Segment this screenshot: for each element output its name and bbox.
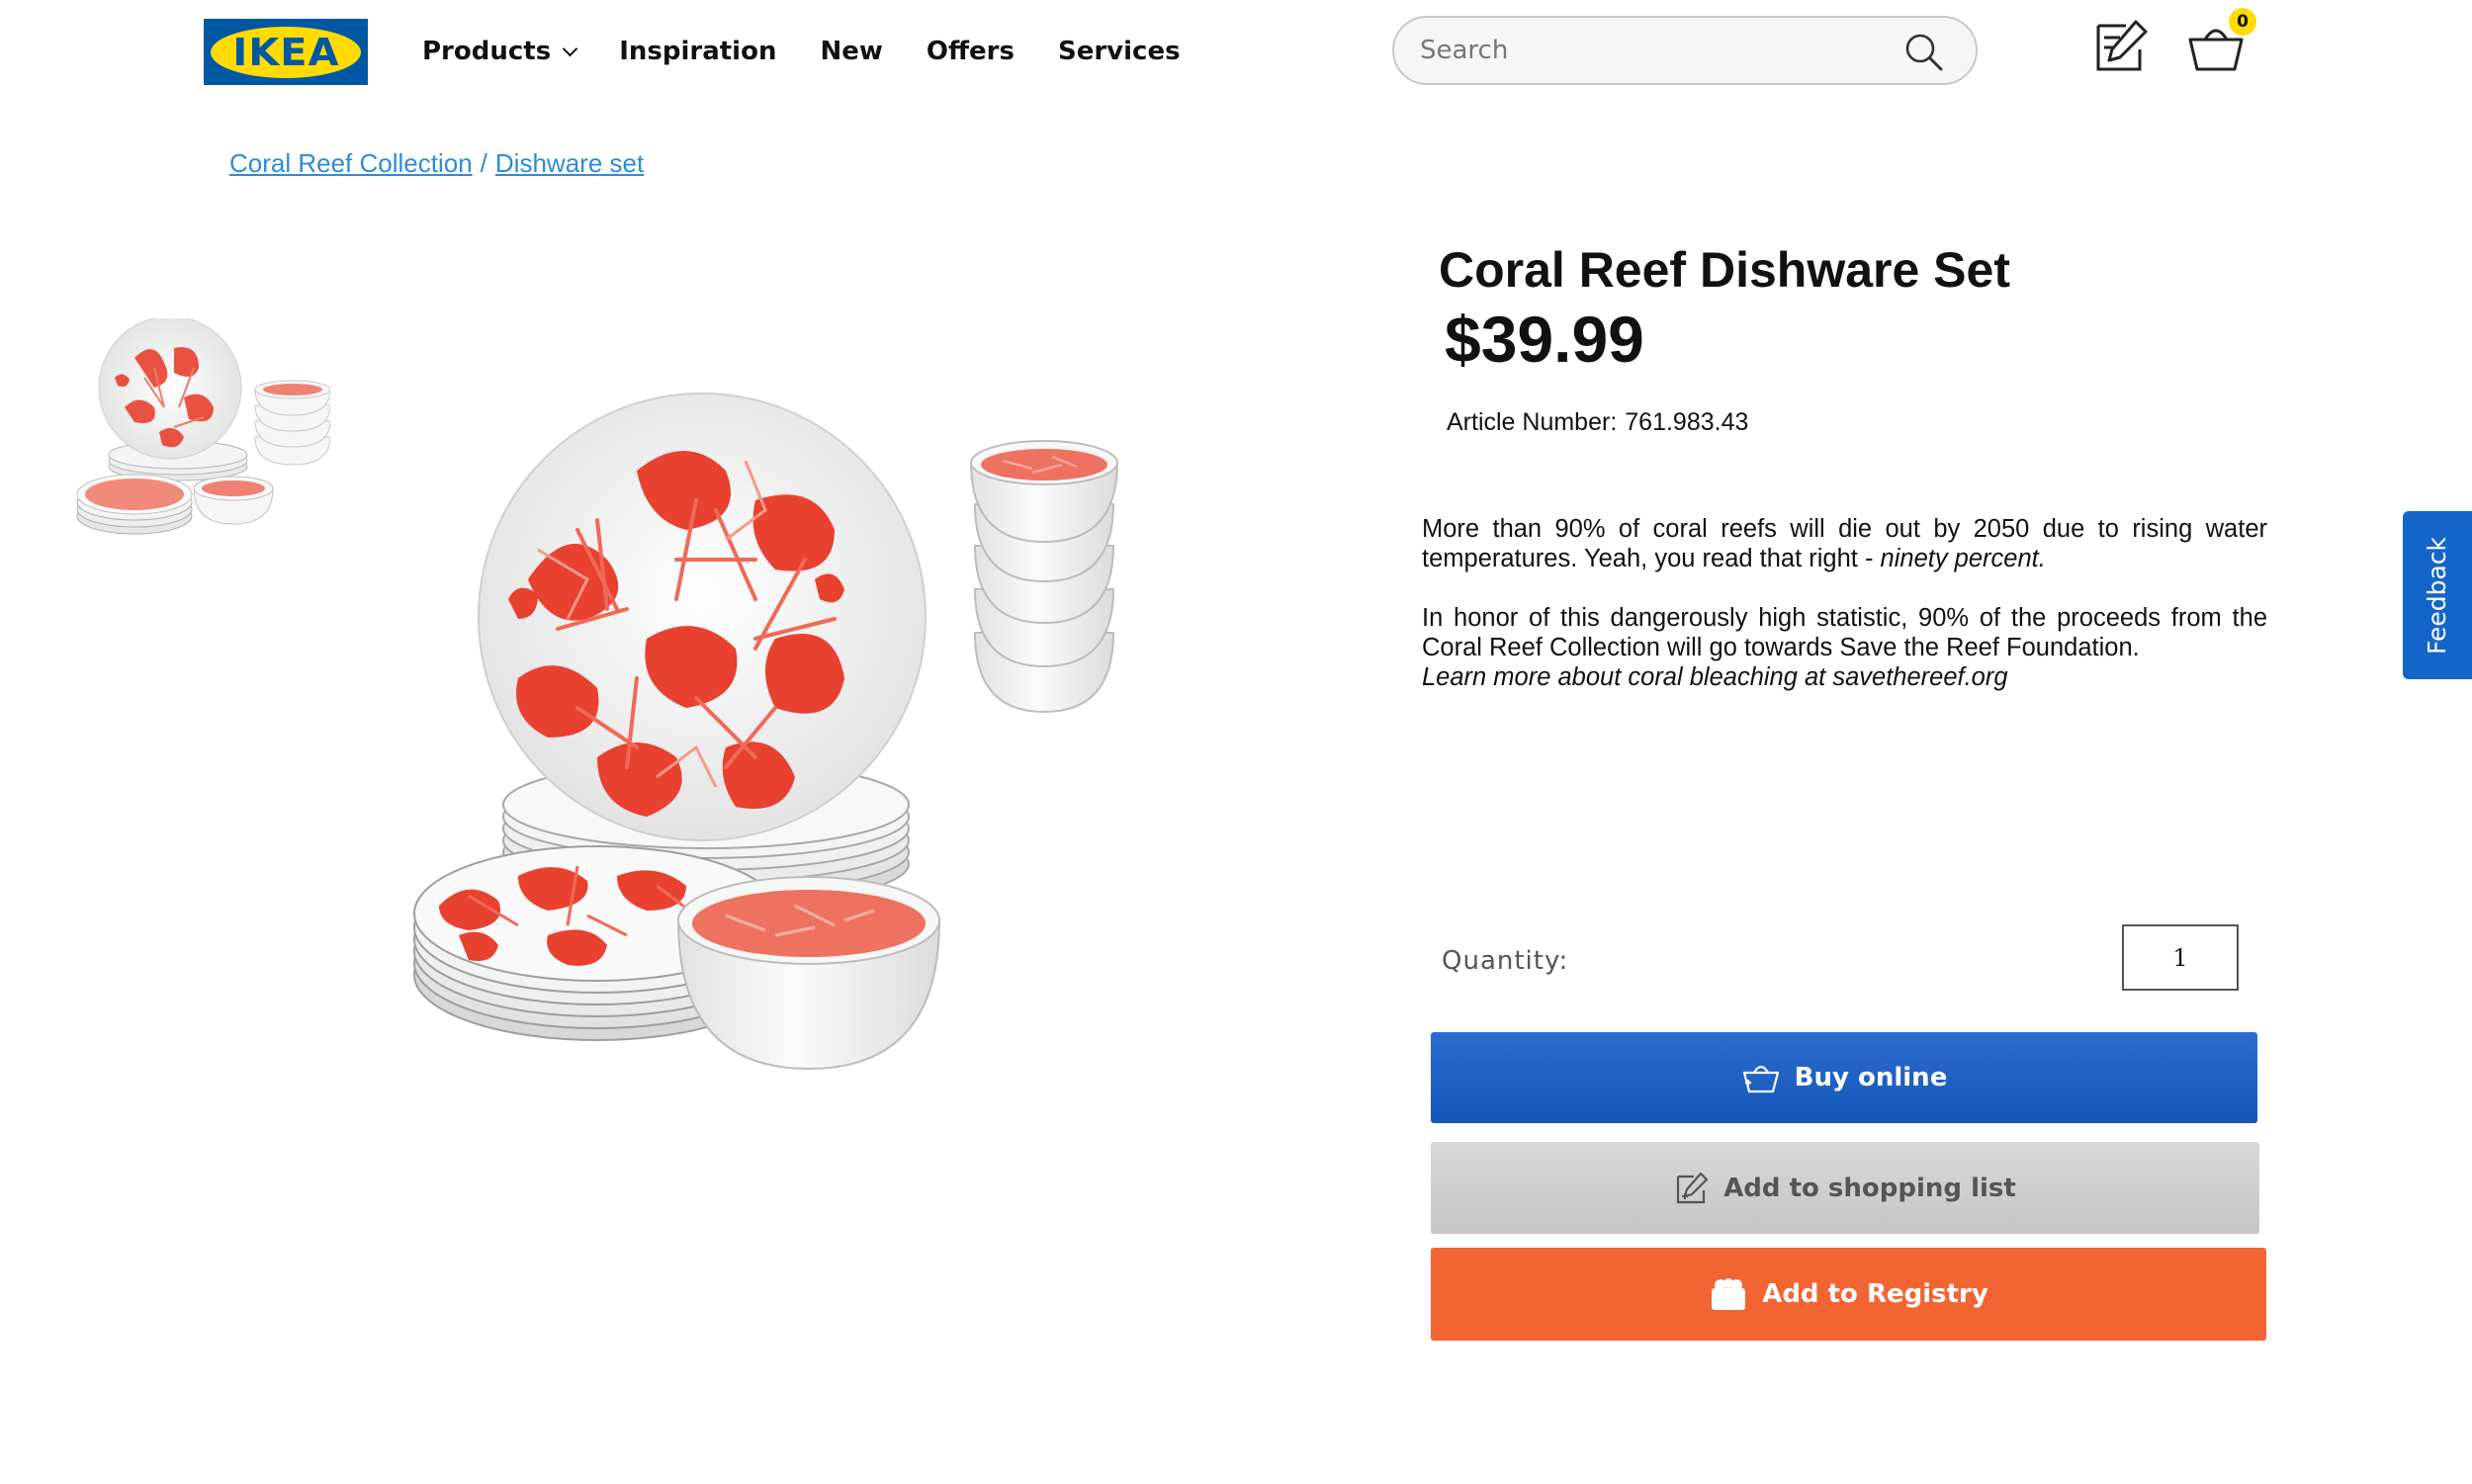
article-number-value: 761.983.43 [1625,408,1749,436]
add-to-shopping-list-label: Add to shopping list [1723,1173,2016,1203]
article-number: Article Number: 761.983.43 [1447,408,1748,437]
product-thumbnail[interactable] [75,318,330,548]
add-to-registry-button[interactable]: Add to Registry [1431,1248,2266,1341]
add-to-registry-label: Add to Registry [1762,1279,1988,1309]
logo-text: IKEA [231,30,340,74]
cart-plus-icon [1742,1065,1779,1093]
quantity-label: Quantity: [1442,946,1569,976]
main-nav: Products Inspiration New Offers Services [422,32,1224,71]
product-description: More than 90% of coral reefs will die ou… [1422,514,2267,722]
ikea-logo[interactable]: IKEA [204,19,368,85]
feedback-label: Feedback [2423,536,2452,655]
add-to-shopping-list-button[interactable]: Add to shopping list [1431,1142,2259,1234]
description-paragraph-1: More than 90% of coral reefs will die ou… [1422,514,2267,573]
chevron-down-icon [562,41,578,56]
search-icon[interactable] [1902,31,1946,74]
description-1-text: More than 90% of coral reefs will die ou… [1422,515,2267,572]
quantity-input[interactable] [2122,924,2239,991]
nav-products[interactable]: Products [422,37,578,66]
buy-online-label: Buy online [1794,1063,1948,1092]
search-input[interactable] [1420,36,1895,65]
feedback-tab[interactable]: Feedback [2403,511,2472,679]
description-2-text: In honor of this dangerously high statis… [1422,604,2267,661]
gift-icon [1712,1278,1746,1310]
shopping-list-icon[interactable] [2090,16,2152,77]
description-paragraph-2: In honor of this dangerously high statis… [1422,603,2267,692]
description-1-emphasis: ninety percent. [1880,545,2046,572]
product-price: $39.99 [1445,303,1644,376]
nav-services[interactable]: Services [1058,37,1181,66]
nav-offers[interactable]: Offers [927,37,1015,66]
buy-online-button[interactable]: Buy online [1431,1032,2257,1123]
shopping-list-add-icon [1677,1172,1709,1203]
product-main-image [413,393,1119,1071]
breadcrumb: Coral Reef Collection / Dishware set [229,148,644,179]
description-2-link-text: Learn more about coral bleaching at save… [1422,663,2008,691]
breadcrumb-separator: / [480,148,487,178]
product-title: Coral Reef Dishware Set [1439,242,2010,298]
breadcrumb-dishware-link[interactable]: Dishware set [495,148,644,178]
nav-products-label: Products [422,37,552,66]
cart-count-badge: 0 [2229,8,2256,36]
logo-oval: IKEA [211,26,361,78]
article-number-label: Article Number: [1447,408,1618,436]
search-bar [1392,16,1978,85]
nav-new[interactable]: New [820,37,882,66]
nav-inspiration[interactable]: Inspiration [619,37,776,66]
breadcrumb-collection-link[interactable]: Coral Reef Collection [229,148,473,178]
